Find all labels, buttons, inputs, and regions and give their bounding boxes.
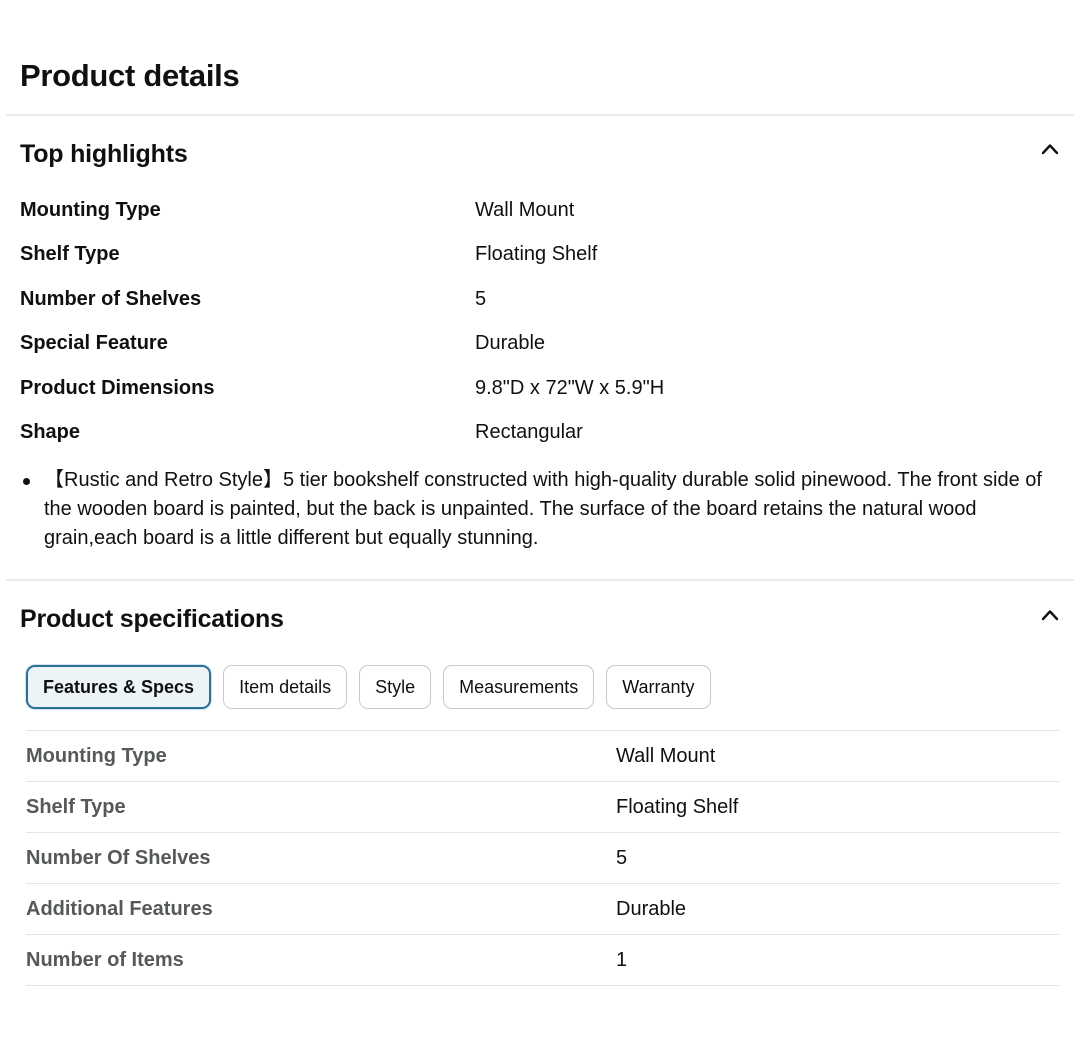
spec-label: Number Of Shelves (26, 847, 211, 869)
spec-value: 1 (616, 949, 628, 971)
spec-value: Floating Shelf (616, 796, 739, 818)
highlight-value: 5 (475, 288, 487, 310)
tab-item-details[interactable]: Item details (223, 665, 348, 709)
highlight-label: Special Feature (20, 332, 168, 354)
spec-tabs: Features & Specs Item details Style Meas… (26, 665, 711, 711)
highlight-value: 9.8"D x 72"W x 5.9"H (475, 377, 665, 399)
section-divider (6, 579, 1074, 581)
highlight-row: Shape Rectangular (20, 417, 1060, 447)
highlight-row: Number of Shelves 5 (20, 284, 1060, 314)
spec-label: Mounting Type (26, 745, 167, 767)
highlight-label: Product Dimensions (20, 377, 215, 399)
chevron-up-icon[interactable] (1040, 139, 1060, 159)
product-details-page: Product details Top highlights Mounting … (0, 0, 1080, 1043)
table-row: Number Of Shelves 5 (26, 832, 1060, 883)
tab-warranty[interactable]: Warranty (606, 665, 711, 709)
spec-label: Additional Features (26, 898, 213, 920)
spec-table: Mounting Type Wall Mount Shelf Type Floa… (26, 730, 1060, 986)
spec-value: Wall Mount (616, 745, 716, 767)
highlight-value: Durable (475, 332, 546, 354)
list-item: 【Rustic and Retro Style】5 tier bookshelf… (20, 466, 1066, 553)
highlight-label: Shelf Type (20, 243, 120, 265)
highlight-value: Rectangular (475, 421, 583, 443)
table-row: Number of Items 1 (26, 934, 1060, 986)
highlight-row: Mounting Type Wall Mount (20, 195, 1060, 225)
highlight-row: Product Dimensions 9.8"D x 72"W x 5.9"H (20, 373, 1060, 403)
chevron-up-icon[interactable] (1040, 605, 1060, 625)
top-highlights-heading: Top highlights (20, 140, 188, 168)
table-row: Mounting Type Wall Mount (26, 730, 1060, 781)
tab-style[interactable]: Style (359, 665, 432, 709)
highlight-row: Shelf Type Floating Shelf (20, 239, 1060, 269)
highlight-label: Number of Shelves (20, 288, 202, 310)
highlight-label: Shape (20, 421, 81, 443)
spec-label: Shelf Type (26, 796, 126, 818)
spec-label: Number of Items (26, 949, 184, 971)
spec-value: Durable (616, 898, 687, 920)
highlight-row: Special Feature Durable (20, 328, 1060, 358)
highlight-bullet-list: 【Rustic and Retro Style】5 tier bookshelf… (20, 466, 1066, 553)
highlight-value: Floating Shelf (475, 243, 598, 265)
bullet-icon (23, 478, 30, 485)
bullet-text: 【Rustic and Retro Style】5 tier bookshelf… (44, 469, 1042, 549)
section-divider (6, 114, 1074, 116)
product-specifications-heading: Product specifications (20, 605, 284, 633)
spec-value: 5 (616, 847, 628, 869)
table-row: Shelf Type Floating Shelf (26, 781, 1060, 832)
table-row: Additional Features Durable (26, 883, 1060, 934)
highlight-label: Mounting Type (20, 199, 161, 221)
tab-measurements[interactable]: Measurements (443, 665, 595, 709)
page-title: Product details (20, 58, 240, 93)
highlight-value: Wall Mount (475, 199, 575, 221)
tab-features-specs[interactable]: Features & Specs (26, 665, 212, 709)
